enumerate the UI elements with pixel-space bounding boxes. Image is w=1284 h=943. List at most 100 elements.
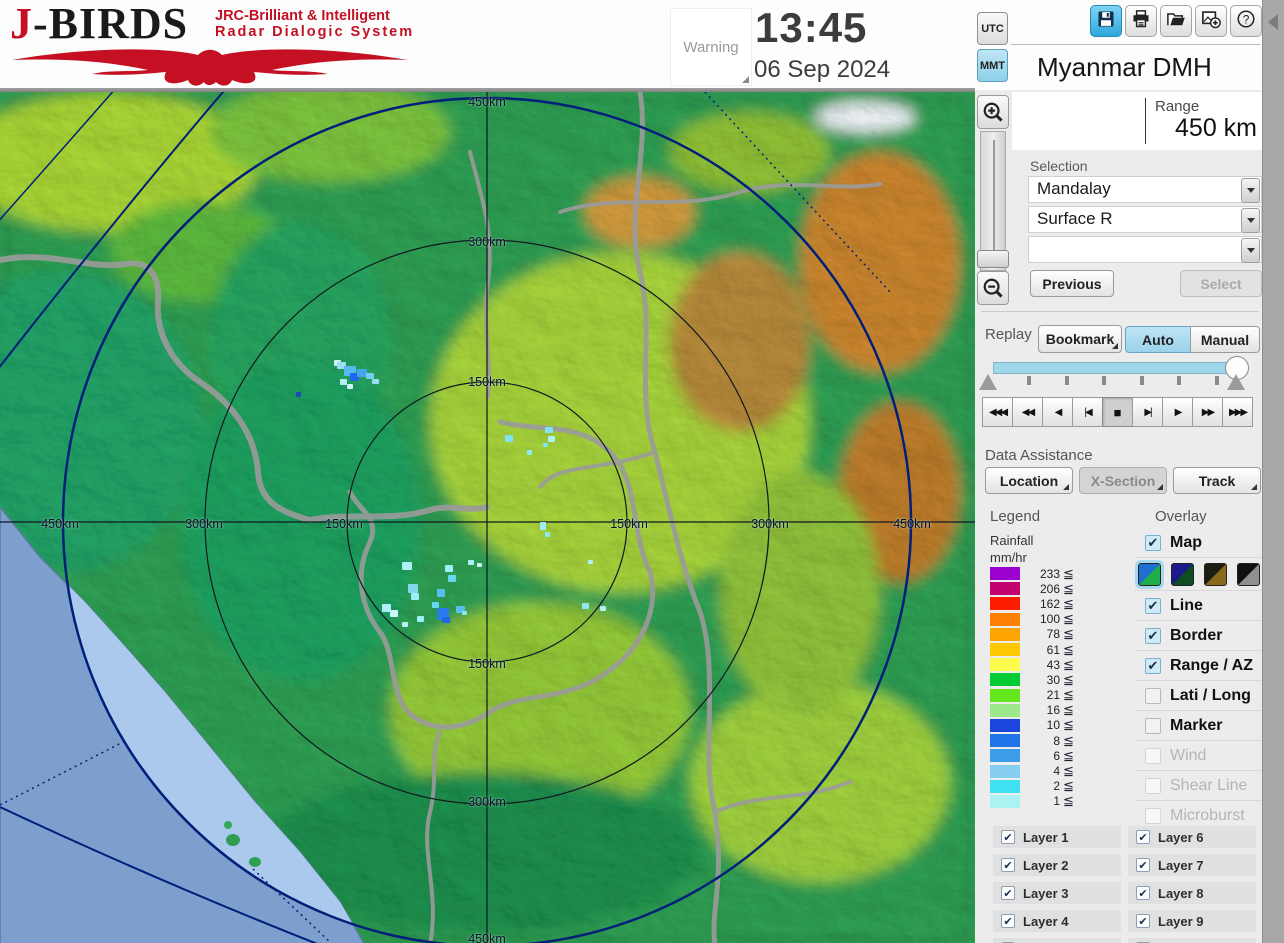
checkbox[interactable] [1145, 717, 1161, 734]
layer-toggle-layer-2[interactable]: ✔ Layer 2 [993, 854, 1121, 876]
map-style-black-gray[interactable] [1237, 562, 1260, 586]
checkbox[interactable]: ✔ [1136, 858, 1150, 872]
previous-button[interactable]: Previous [1030, 270, 1114, 297]
range-ring-label: 300km [468, 235, 506, 249]
save-button[interactable] [1090, 5, 1122, 37]
layer-toggle-layer-3[interactable]: ✔ Layer 3 [993, 882, 1121, 904]
legend-value: 2 [1053, 779, 1060, 794]
overlay-item-map[interactable]: ✔ Map [1135, 528, 1262, 557]
layer-toggle-layer-7[interactable]: ✔ Layer 7 [1128, 854, 1256, 876]
less-equal-symbol: ≦ [1063, 611, 1074, 627]
less-equal-symbol: ≦ [1063, 656, 1074, 672]
checkbox[interactable]: ✔ [1001, 886, 1015, 900]
checkbox[interactable] [1145, 777, 1161, 794]
manual-button[interactable]: Manual [1190, 326, 1260, 353]
dropdown-arrow-button[interactable] [1241, 178, 1260, 203]
selection-dropdown-1[interactable]: Mandalay [1028, 176, 1262, 203]
legend-color-swatch [990, 794, 1020, 808]
play-button[interactable]: ▶ [1162, 397, 1193, 427]
range-ring-label: 300km [185, 517, 223, 531]
checkbox[interactable]: ✔ [1001, 830, 1015, 844]
rain-echo-cell [462, 611, 467, 615]
fast-rewind-button[interactable]: ◀◀ [1012, 397, 1043, 427]
legend-entry: 6 ≦ [990, 748, 1105, 763]
layer-toggle-layer-6[interactable]: ✔ Layer 6 [1128, 826, 1256, 848]
dropdown-arrow-button[interactable] [1241, 208, 1260, 233]
overlay-item-lati-long[interactable]: Lati / Long [1135, 680, 1262, 710]
selection-dropdown-3[interactable] [1028, 236, 1262, 263]
fastest-rewind-button[interactable]: ◀◀◀ [982, 397, 1013, 427]
checkbox[interactable]: ✔ [1001, 914, 1015, 928]
replay-timeline-slider[interactable] [993, 362, 1240, 374]
map-zoom-control [977, 95, 1010, 305]
overlay-item-shear-line[interactable]: Shear Line [1135, 770, 1262, 800]
range-value: 450 km [1175, 114, 1257, 142]
dropdown-arrow-button[interactable] [1241, 238, 1260, 263]
less-equal-symbol: ≦ [1063, 595, 1074, 611]
layer-toggle-layer-9[interactable]: ✔ Layer 9 [1128, 910, 1256, 932]
selection-dropdown-2[interactable]: Surface R [1028, 206, 1262, 233]
slider-start-marker[interactable] [979, 374, 997, 390]
timezone-button-mmt[interactable]: MMT [977, 49, 1008, 82]
warning-button[interactable]: Warning [670, 8, 752, 86]
layer-toggle-layer-5[interactable]: ✔Layer 5 [993, 938, 1121, 943]
legend-value: 8 [1053, 733, 1060, 748]
overlay-item-marker[interactable]: Marker [1135, 710, 1262, 740]
slider-tick [1214, 376, 1219, 385]
slider-end-marker[interactable] [1227, 374, 1245, 390]
rain-echo-cell [445, 565, 453, 572]
radar-map-canvas[interactable]: 450km 300km 150km 150km 300km 450km 450km 300km… [0, 90, 975, 943]
checkbox[interactable]: ✔ [1001, 858, 1015, 872]
checkbox[interactable]: ✔ [1145, 534, 1161, 551]
location-button[interactable]: Location [985, 467, 1073, 494]
checkbox[interactable]: ✔ [1136, 830, 1150, 844]
legend-value: 16 [1046, 703, 1060, 718]
step-back-button[interactable]: |◀ [1072, 397, 1103, 427]
checkbox[interactable] [1145, 807, 1161, 824]
overlay-item-range-az[interactable]: ✔ Range / AZ [1135, 650, 1262, 680]
track-button[interactable]: Track [1173, 467, 1261, 494]
checkbox[interactable]: ✔ [1136, 914, 1150, 928]
layer-toggle-layer-8[interactable]: ✔ Layer 8 [1128, 882, 1256, 904]
panel-top: UTC MMT ? Myanmar DMH [975, 0, 1262, 90]
stop-button[interactable]: ■ [1102, 397, 1133, 427]
checkbox[interactable] [1145, 747, 1161, 764]
bookmark-button[interactable]: Bookmark [1038, 325, 1122, 353]
open-folder-button[interactable] [1160, 5, 1192, 37]
overlay-item-border[interactable]: ✔ Border [1135, 620, 1262, 650]
checkbox[interactable]: ✔ [1136, 886, 1150, 900]
overlay-item-line[interactable]: ✔ Line [1135, 590, 1262, 620]
auto-button[interactable]: Auto [1125, 326, 1191, 353]
layer-toggle-layer-1[interactable]: ✔ Layer 1 [993, 826, 1121, 848]
panel-collapse-strip[interactable] [1262, 0, 1284, 943]
step-forward-button[interactable]: ▶| [1132, 397, 1163, 427]
timezone-button-utc[interactable]: UTC [977, 12, 1008, 45]
legend-value: 162 [1039, 596, 1060, 611]
layer-toggle-layer-10[interactable]: ✔Layer 10 [1128, 938, 1256, 943]
layer-toggle-layer-4[interactable]: ✔ Layer 4 [993, 910, 1121, 932]
print-button[interactable] [1125, 5, 1157, 37]
checkbox[interactable]: ✔ [1145, 657, 1161, 674]
checkbox[interactable]: ✔ [1145, 597, 1161, 614]
select-button[interactable]: Select [1180, 270, 1262, 297]
legend-entry: 206 ≦ [990, 581, 1105, 596]
rain-echo-cell [372, 379, 379, 384]
help-button[interactable]: ? [1230, 5, 1262, 37]
rain-echo-cell [448, 575, 456, 582]
export-image-button[interactable] [1195, 5, 1227, 37]
x-section-button[interactable]: X-Section [1079, 467, 1167, 494]
range-display: Range 450 km [1012, 92, 1262, 150]
map-style-blue-green[interactable] [1135, 559, 1164, 589]
fast-forward-button[interactable]: ▶▶ [1192, 397, 1223, 427]
play-reverse-button[interactable]: ◀ [1042, 397, 1073, 427]
overlay-item-wind[interactable]: Wind [1135, 740, 1262, 770]
fastest-forward-button[interactable]: ▶▶▶ [1222, 397, 1253, 427]
checkbox[interactable] [1145, 687, 1161, 704]
zoom-slider-thumb[interactable] [977, 250, 1009, 268]
checkbox[interactable]: ✔ [1145, 627, 1161, 644]
zoom-out-button[interactable] [977, 271, 1009, 305]
zoom-in-button[interactable] [977, 95, 1009, 129]
map-style-dark-olive[interactable] [1204, 562, 1227, 586]
map-style-navy-darkgreen[interactable] [1171, 562, 1194, 586]
range-ring-label: 300km [468, 795, 506, 809]
